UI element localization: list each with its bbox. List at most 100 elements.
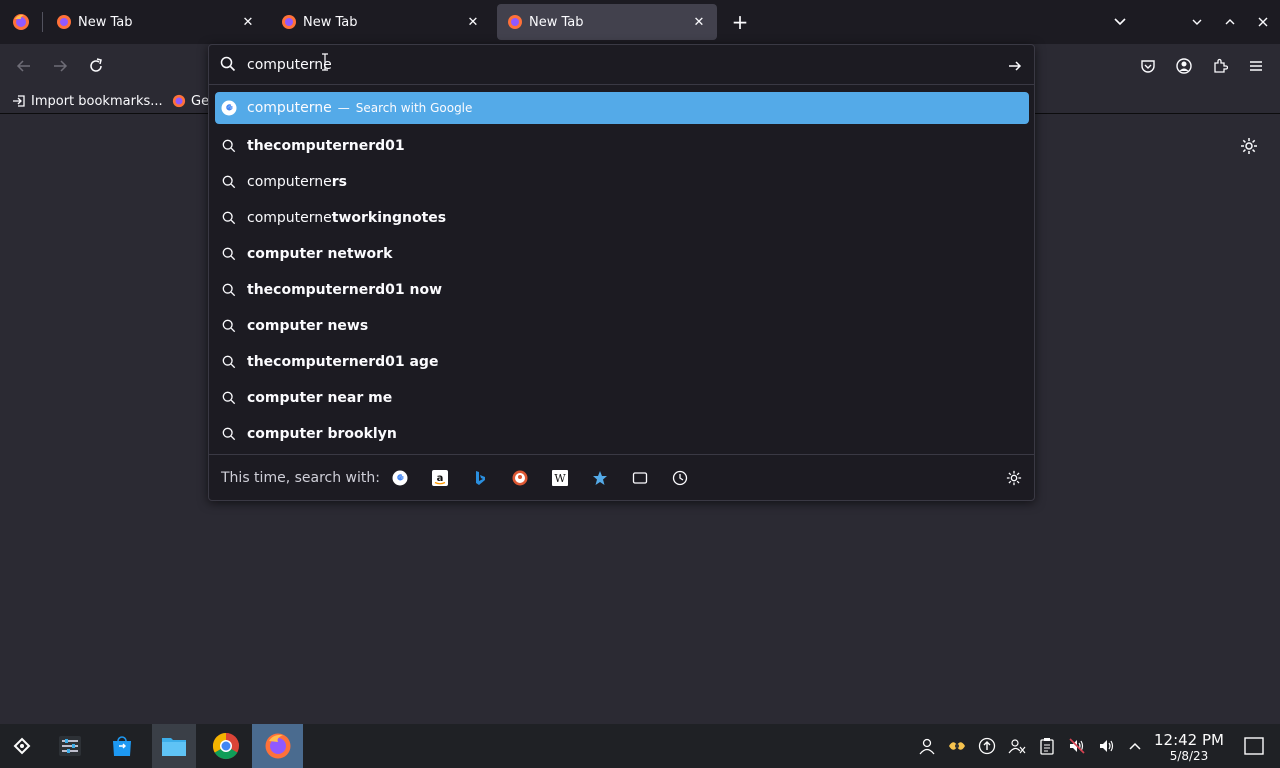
maximize-button[interactable] [1218, 10, 1242, 34]
show-desktop-icon[interactable] [1243, 736, 1265, 756]
minimize-button[interactable] [1185, 10, 1209, 34]
updates-icon[interactable] [977, 736, 997, 756]
volume-icon[interactable] [1097, 736, 1117, 756]
google-icon [221, 100, 237, 116]
reload-button[interactable] [82, 52, 110, 80]
import-bookmarks-button[interactable]: Import bookmarks... [12, 91, 163, 111]
result-action-text: Search with Google [355, 101, 473, 115]
suggestion-completion: rs [331, 174, 348, 190]
system-settings-app[interactable] [48, 724, 92, 768]
text-cursor-icon [322, 53, 328, 71]
search-settings-button[interactable] [1003, 467, 1025, 489]
search-with-google-result[interactable]: computerne — Search with Google [215, 92, 1029, 124]
firefox-logo-icon [13, 14, 29, 30]
search-icon [221, 138, 237, 154]
google-engine-button[interactable] [389, 467, 411, 489]
plus-icon: + [731, 10, 749, 34]
tab-3[interactable]: New Tab ✕ [497, 4, 717, 40]
duckduckgo-icon [512, 470, 528, 486]
gear-icon [1006, 470, 1022, 486]
search-icon [220, 56, 236, 72]
firefox-app[interactable] [252, 724, 303, 768]
suggestion-completion: computer near me [247, 390, 393, 406]
application-launcher[interactable] [0, 724, 44, 768]
suggestion-row[interactable]: computer brooklyn [215, 416, 1029, 452]
reload-icon [90, 58, 102, 72]
url-input[interactable] [247, 54, 987, 76]
mute-microphone-icon[interactable] [1067, 736, 1087, 756]
getting-started-bookmark[interactable]: Ge [172, 91, 209, 111]
go-button[interactable] [1004, 55, 1026, 77]
back-arrow-icon [16, 60, 30, 72]
suggestion-row[interactable]: computer news [215, 308, 1029, 344]
firefox-favicon-icon [57, 15, 71, 29]
tab-close-icon[interactable]: ✕ [465, 14, 481, 30]
search-icon [221, 354, 237, 370]
list-all-tabs-button[interactable] [1108, 10, 1132, 34]
taskbar: 12:42 PM 5/8/23 [0, 724, 1280, 768]
suggestion-completion: thecomputernerd01 now [247, 282, 443, 298]
close-window-button[interactable] [1251, 10, 1275, 34]
getting-started-label: Ge [191, 93, 210, 109]
firefox-favicon-icon [282, 15, 296, 29]
pocket-button[interactable] [1134, 52, 1162, 80]
firefox-view-button[interactable] [0, 0, 42, 44]
suggestion-row[interactable]: computer network [215, 236, 1029, 272]
app-menu-button[interactable] [1242, 52, 1270, 80]
account-button[interactable] [1170, 52, 1198, 80]
bookmarks-search-button[interactable] [589, 467, 611, 489]
history-search-button[interactable] [669, 467, 691, 489]
suggestion-row[interactable]: computerne tworkingnotes [215, 200, 1029, 236]
clipboard-icon[interactable] [1037, 736, 1057, 756]
gear-icon [1241, 138, 1257, 154]
tab-close-icon[interactable]: ✕ [240, 14, 256, 30]
suggestion-prefix: computerne [247, 210, 332, 226]
user-switcher-icon[interactable] [917, 736, 937, 756]
firefox-favicon-icon [508, 15, 522, 29]
network-icon[interactable] [1007, 736, 1027, 756]
newtab-settings-button[interactable] [1237, 134, 1261, 158]
minimize-icon [1192, 19, 1202, 25]
amazon-engine-button[interactable]: a [429, 467, 451, 489]
search-icon [221, 174, 237, 190]
new-tab-button[interactable]: + [726, 8, 754, 36]
suggestion-row[interactable]: thecomputernerd01 now [215, 272, 1029, 308]
tab-2[interactable]: New Tab ✕ [271, 4, 491, 40]
tab-strip: New Tab ✕ New Tab ✕ New Tab ✕ + [0, 0, 1280, 44]
suggestion-row[interactable]: computer near me [215, 380, 1029, 416]
search-icon [221, 426, 237, 442]
search-icon [221, 210, 237, 226]
urlbar-popup: computerne — Search with Google thecompu… [208, 44, 1035, 501]
dolphin-file-manager-app[interactable] [152, 724, 196, 768]
chrome-icon [212, 732, 239, 760]
discover-app[interactable] [100, 724, 144, 768]
urlbar-results: computerne — Search with Google thecompu… [215, 92, 1029, 452]
forward-button[interactable] [46, 52, 74, 80]
firefox-logo-icon [265, 733, 290, 759]
maximize-icon [1225, 19, 1235, 25]
bing-engine-button[interactable] [469, 467, 491, 489]
suggestion-row[interactable]: thecomputernerd01 age [215, 344, 1029, 380]
kde-connect-icon[interactable] [947, 736, 967, 756]
settings-sliders-icon [59, 736, 81, 756]
suggestion-completion: thecomputernerd01 [247, 138, 405, 154]
suggestion-row[interactable]: thecomputernerd01 [215, 128, 1029, 164]
tab-1[interactable]: New Tab ✕ [46, 4, 266, 40]
digital-clock[interactable]: 12:42 PM 5/8/23 [1148, 732, 1230, 764]
tab-close-icon[interactable]: ✕ [691, 14, 707, 30]
suggestion-completion: tworkingnotes [331, 210, 447, 226]
tabs-search-button[interactable] [629, 467, 651, 489]
chevron-up-icon[interactable] [1125, 736, 1145, 756]
extensions-button[interactable] [1206, 52, 1234, 80]
pocket-icon [1141, 60, 1155, 73]
puzzle-icon [1214, 58, 1228, 73]
duckduckgo-engine-button[interactable] [509, 467, 531, 489]
account-icon [1176, 58, 1192, 74]
chrome-app[interactable] [204, 724, 248, 768]
suggestion-row[interactable]: computerne rs [215, 164, 1029, 200]
search-icon [221, 246, 237, 262]
tab-title: New Tab [303, 14, 358, 30]
wikipedia-engine-button[interactable]: W [549, 467, 571, 489]
back-button[interactable] [10, 52, 38, 80]
search-icon [221, 318, 237, 334]
